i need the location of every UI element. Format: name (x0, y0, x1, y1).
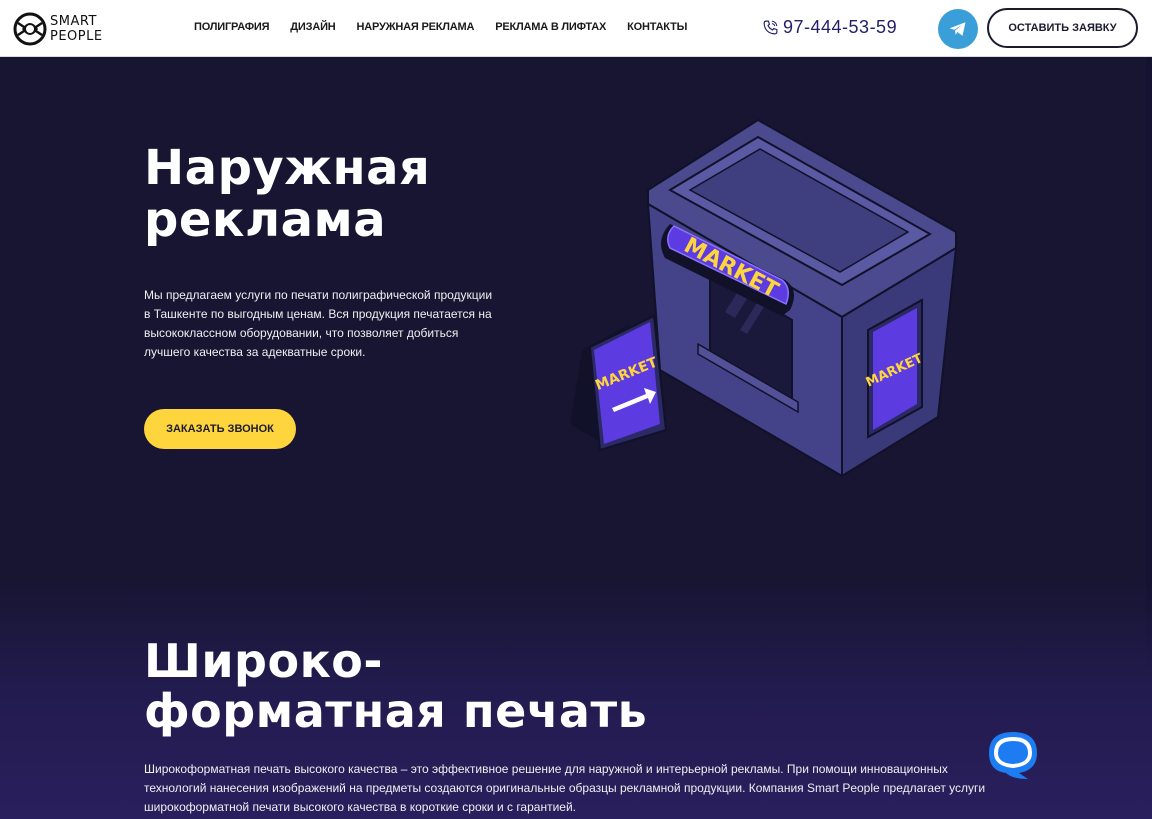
phone-number: 97-444-53-59 (783, 17, 898, 37)
nav-item-poligrafiya[interactable]: ПОЛИГРАФИЯ (194, 21, 269, 33)
hero-title-line2: реклама (144, 192, 387, 248)
header: SMART PEOPLE ПОЛИГРАФИЯ ДИЗАЙН НАРУЖНАЯ … (0, 0, 1152, 57)
request-button[interactable]: ОСТАВИТЬ ЗАЯВКУ (987, 8, 1138, 48)
logo-mark-icon (13, 12, 47, 46)
phone-link[interactable]: 97-444-53-59 (762, 17, 897, 38)
logo[interactable]: SMART PEOPLE (12, 11, 122, 47)
nav-item-naruzhnaya-reklama[interactable]: НАРУЖНАЯ РЕКЛАМА (357, 21, 475, 33)
market-kiosk-illustration: MARKET MARKET MARKET (570, 118, 958, 478)
section-description: Широкоформатная печать высокого качества… (144, 762, 986, 814)
nav-item-dizain[interactable]: ДИЗАЙН (290, 21, 335, 33)
logo-text: SMART PEOPLE (50, 14, 103, 44)
section-title: Широко- форматная печать (144, 636, 647, 736)
phone-icon (763, 20, 778, 35)
telegram-icon (949, 22, 966, 36)
call-back-button[interactable]: ЗАКАЗАТЬ ЗВОНОК (144, 409, 296, 449)
chat-bubble-icon[interactable] (986, 729, 1040, 781)
hero-title: Наружная реклама (144, 142, 430, 246)
nav-item-reklama-v-liftah[interactable]: РЕКЛАМА В ЛИФТАХ (495, 21, 606, 33)
logo-line1: SMART (50, 14, 97, 29)
section-title-line2: форматная печать (144, 684, 648, 738)
section-title-line1: Широко- (144, 634, 384, 688)
nav-item-kontakty[interactable]: КОНТАКТЫ (627, 21, 687, 33)
main-nav: ПОЛИГРАФИЯ ДИЗАЙН НАРУЖНАЯ РЕКЛАМА РЕКЛА… (194, 21, 687, 33)
telegram-button[interactable] (938, 9, 978, 49)
hero-title-line1: Наружная (144, 140, 431, 196)
logo-line2: PEOPLE (50, 29, 103, 44)
hero-description: Мы предлагаем услуги по печати полиграфи… (144, 288, 493, 359)
